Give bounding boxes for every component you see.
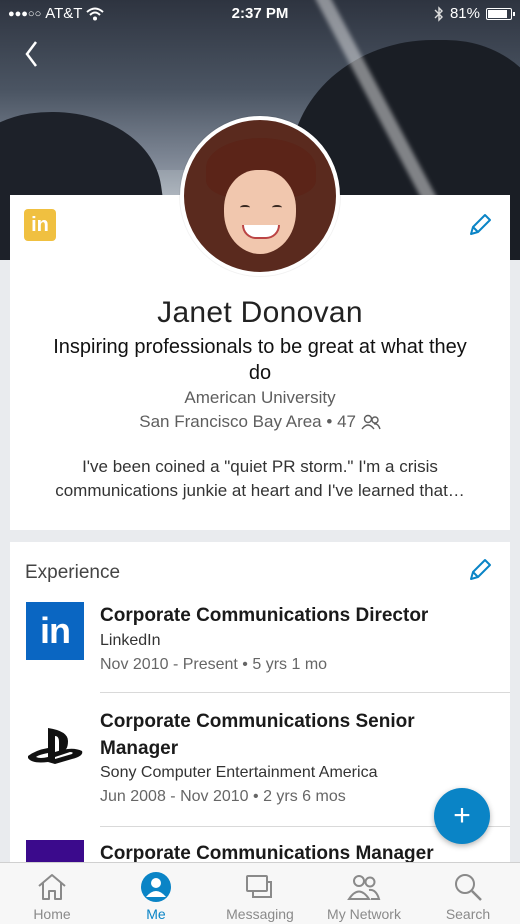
experience-title: Experience <box>25 562 121 583</box>
profile-name: Janet Donovan <box>157 296 363 329</box>
experience-company: Sony Computer Entertainment America <box>100 764 378 781</box>
messaging-icon <box>246 875 272 898</box>
divider <box>100 692 510 693</box>
profile-summary[interactable]: I've been coined a "quiet PR storm." I'm… <box>40 455 480 503</box>
tab-me[interactable]: Me <box>104 863 208 924</box>
battery-percent: 81% <box>449 5 480 22</box>
profile-headline: Inspiring professionals to be great at w… <box>53 336 467 384</box>
search-icon <box>455 874 482 901</box>
experience-dates: Nov 2010 - Present • 5 yrs 1 mo <box>100 656 328 673</box>
linkedin-badge-icon: in <box>24 209 56 241</box>
bluetooth-icon <box>434 5 443 22</box>
home-icon <box>38 874 66 900</box>
status-bar: ●●●○○ AT&T 2:37 PM 81% <box>0 0 520 28</box>
add-button[interactable]: + <box>434 788 490 844</box>
connections-icon <box>361 414 381 430</box>
edit-profile-pencil-icon[interactable] <box>466 211 494 239</box>
connections-count[interactable]: 47 <box>337 412 356 431</box>
profile-location: San Francisco Bay Area • 47 <box>0 412 520 432</box>
experience-dates: Jun 2008 - Nov 2010 • 2 yrs 6 mos <box>100 788 346 805</box>
profile-school: American University <box>184 388 336 407</box>
experience-role: Corporate Communications Senior Manager <box>100 711 415 759</box>
experience-company: LinkedIn <box>100 632 161 649</box>
network-icon <box>347 875 381 900</box>
tab-search[interactable]: Search <box>416 863 520 924</box>
tab-my-network[interactable]: My Network <box>312 863 416 924</box>
back-chevron-icon[interactable] <box>18 36 46 72</box>
me-icon <box>141 872 171 902</box>
profile-avatar[interactable] <box>180 116 340 276</box>
playstation-logo-icon <box>28 728 83 764</box>
tab-home[interactable]: Home <box>0 863 104 924</box>
battery-icon <box>486 7 515 20</box>
bottom-tab-bar: Home Me Messaging My Network Search <box>0 862 520 924</box>
experience-role: Corporate Communications Director <box>100 605 429 626</box>
location-label: San Francisco Bay Area <box>139 412 322 431</box>
edit-experience-pencil-icon[interactable] <box>466 556 494 584</box>
linkedin-logo-icon: in <box>26 602 84 660</box>
tab-messaging[interactable]: Messaging <box>208 863 312 924</box>
